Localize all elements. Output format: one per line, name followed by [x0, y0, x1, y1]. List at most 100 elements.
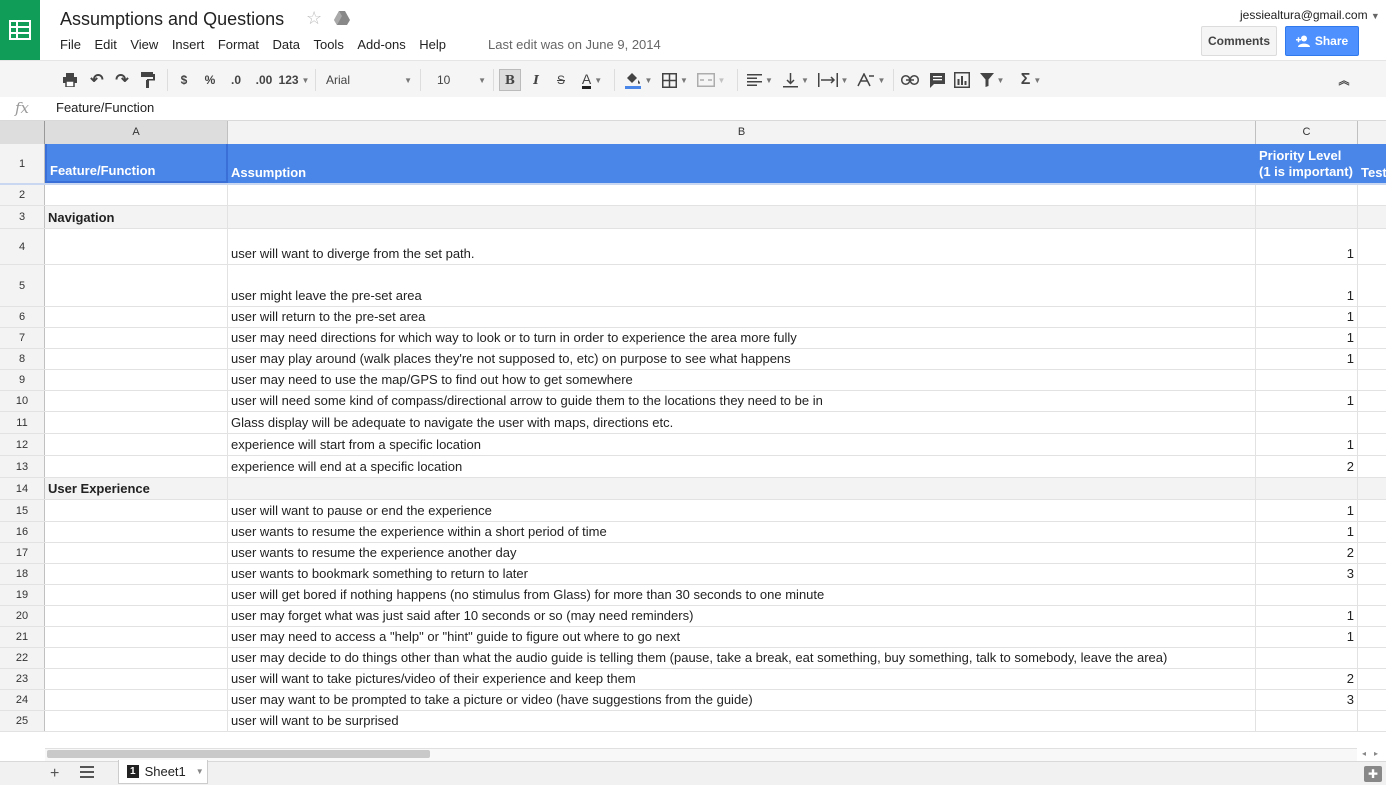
cell-priority[interactable]: [1256, 711, 1358, 731]
menu-insert[interactable]: Insert: [172, 37, 205, 53]
insert-chart-button[interactable]: [951, 70, 973, 90]
cell-assumption[interactable]: user wants to resume the experience anot…: [228, 543, 1256, 563]
row-number[interactable]: 7: [0, 328, 45, 348]
cell-test[interactable]: [1358, 391, 1386, 411]
column-header-c[interactable]: C: [1256, 121, 1358, 144]
italic-button[interactable]: I: [527, 70, 545, 90]
all-sheets-icon[interactable]: [80, 766, 94, 781]
menu-addons[interactable]: Add-ons: [357, 37, 405, 53]
bold-button[interactable]: B: [499, 69, 521, 91]
cell-feature[interactable]: [45, 412, 228, 433]
cell-priority[interactable]: 1: [1256, 328, 1358, 348]
insert-comment-button[interactable]: [926, 70, 948, 90]
text-color-button[interactable]: A ▼: [577, 70, 607, 90]
sheets-logo[interactable]: [0, 0, 40, 60]
account-email[interactable]: jessiealtura@gmail.com ▼: [1240, 8, 1380, 22]
comments-button[interactable]: Comments: [1201, 26, 1277, 56]
cell-assumption[interactable]: user may decide to do things other than …: [228, 648, 1256, 668]
explore-icon[interactable]: ✚: [1364, 766, 1382, 782]
text-wrapping-button[interactable]: ▼: [816, 70, 850, 90]
cell-priority[interactable]: 1: [1256, 391, 1358, 411]
row-number[interactable]: 14: [0, 478, 45, 499]
menu-help[interactable]: Help: [419, 37, 446, 53]
document-title[interactable]: Assumptions and Questions: [60, 9, 284, 30]
cell-assumption[interactable]: user will return to the pre-set area: [228, 307, 1256, 327]
cell-test[interactable]: [1358, 669, 1386, 689]
cell-feature[interactable]: [45, 456, 228, 477]
cell-feature[interactable]: [45, 370, 228, 390]
cell-priority[interactable]: 2: [1256, 543, 1358, 563]
cell-priority[interactable]: 1: [1256, 349, 1358, 369]
paint-format-icon[interactable]: [138, 70, 158, 90]
collapse-menus-icon[interactable]: ︽: [1334, 70, 1354, 90]
formula-bar[interactable]: [0, 97, 1386, 121]
row-number[interactable]: 25: [0, 711, 45, 731]
scroll-right-icon[interactable]: ▸: [1374, 749, 1378, 758]
add-sheet-icon[interactable]: +: [50, 765, 59, 783]
cell-assumption[interactable]: user might leave the pre-set area: [228, 265, 1256, 306]
currency-format-button[interactable]: $: [176, 70, 192, 90]
cell-feature[interactable]: [45, 391, 228, 411]
cell-priority[interactable]: 1: [1256, 627, 1358, 647]
font-family-select[interactable]: Arial ▼: [322, 70, 412, 90]
cell-feature[interactable]: [45, 434, 228, 455]
chevron-down-icon[interactable]: ▼: [196, 767, 204, 776]
cell-feature[interactable]: [45, 585, 228, 605]
cell-priority[interactable]: 1: [1256, 522, 1358, 542]
insert-link-button[interactable]: [899, 70, 921, 90]
row-number[interactable]: 3: [0, 206, 45, 228]
menu-format[interactable]: Format: [218, 37, 259, 53]
row-number[interactable]: 13: [0, 456, 45, 477]
cell-priority[interactable]: 1: [1256, 434, 1358, 455]
cell-test[interactable]: [1358, 648, 1386, 668]
cell-feature[interactable]: [45, 229, 228, 264]
row-number[interactable]: 19: [0, 585, 45, 605]
cell-feature[interactable]: User Experience: [45, 478, 228, 499]
share-button[interactable]: Share: [1285, 26, 1359, 56]
cell-test[interactable]: [1358, 543, 1386, 563]
column-header-b[interactable]: B: [228, 121, 1256, 144]
row-number[interactable]: 22: [0, 648, 45, 668]
fill-color-button[interactable]: ▼: [621, 70, 655, 90]
cell-test[interactable]: [1358, 434, 1386, 455]
cell-feature[interactable]: [45, 349, 228, 369]
cell-priority[interactable]: [1256, 370, 1358, 390]
row-number[interactable]: 8: [0, 349, 45, 369]
cell-assumption[interactable]: experience will end at a specific locati…: [228, 456, 1256, 477]
cell-test[interactable]: [1358, 564, 1386, 584]
decrease-decimal-button[interactable]: .0: [226, 70, 246, 90]
percent-format-button[interactable]: %: [201, 70, 219, 90]
row-number[interactable]: 2: [0, 185, 45, 205]
cell-assumption[interactable]: user may need to use the map/GPS to find…: [228, 370, 1256, 390]
select-all-corner[interactable]: [0, 121, 48, 144]
cell-priority[interactable]: [1256, 478, 1358, 499]
last-edit-link[interactable]: Last edit was on June 9, 2014: [488, 37, 661, 52]
cell-priority[interactable]: [1256, 185, 1358, 205]
cell-assumption[interactable]: user will need some kind of compass/dire…: [228, 391, 1256, 411]
column-header-a[interactable]: A: [45, 121, 228, 144]
cell-assumption[interactable]: user wants to resume the experience with…: [228, 522, 1256, 542]
cell-assumption[interactable]: user may need to access a "help" or "hin…: [228, 627, 1256, 647]
formula-input[interactable]: Feature/Function: [56, 100, 154, 115]
cell-test[interactable]: [1358, 690, 1386, 710]
cell-priority[interactable]: 1: [1256, 229, 1358, 264]
cell-test[interactable]: [1358, 627, 1386, 647]
cell-priority[interactable]: 1: [1256, 265, 1358, 306]
cell-priority[interactable]: [1256, 585, 1358, 605]
cell-test[interactable]: [1358, 206, 1386, 228]
cell-feature[interactable]: [45, 500, 228, 521]
row-number[interactable]: 12: [0, 434, 45, 455]
cell-priority[interactable]: 3: [1256, 564, 1358, 584]
cell-test[interactable]: [1358, 229, 1386, 264]
row-number[interactable]: 10: [0, 391, 45, 411]
cell-priority[interactable]: 2: [1256, 456, 1358, 477]
strikethrough-button[interactable]: S: [552, 70, 570, 90]
cell-test[interactable]: [1358, 265, 1386, 306]
row-number[interactable]: 16: [0, 522, 45, 542]
cell-b1[interactable]: Assumption: [228, 144, 1256, 183]
cell-assumption[interactable]: user may need directions for which way t…: [228, 328, 1256, 348]
cell-priority[interactable]: 2: [1256, 669, 1358, 689]
font-size-select[interactable]: 10 ▼: [432, 70, 486, 90]
merge-cells-button[interactable]: ▼: [694, 70, 728, 90]
cell-test[interactable]: [1358, 478, 1386, 499]
